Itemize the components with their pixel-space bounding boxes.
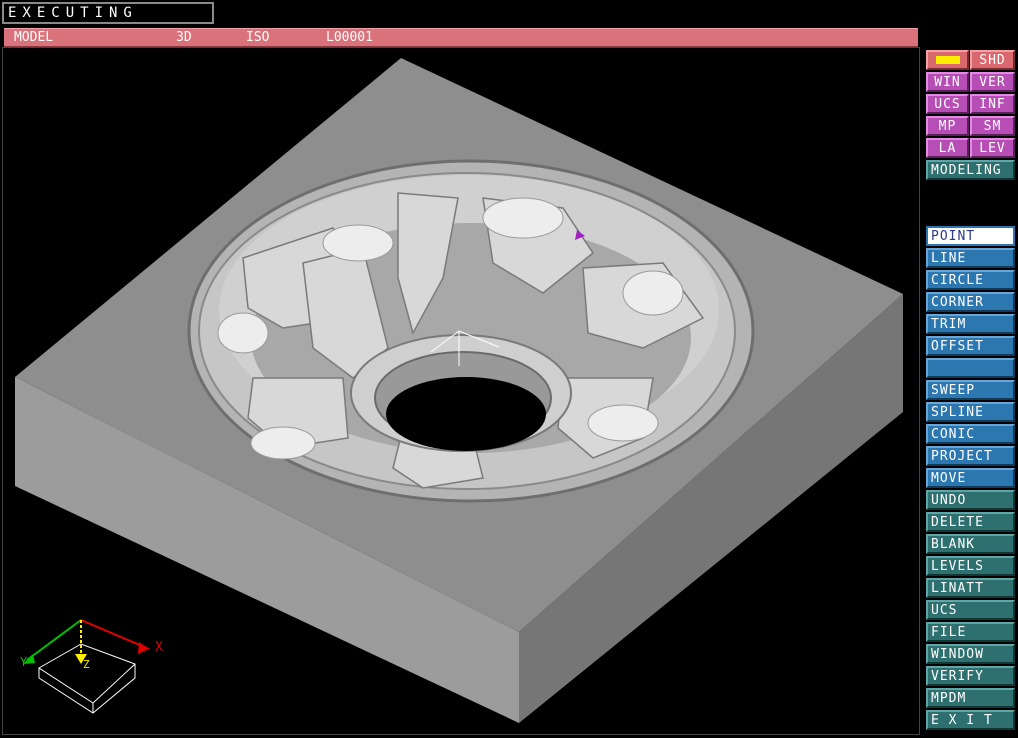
menu-corner[interactable]: CORNER (926, 292, 1015, 312)
status-text: EXECUTING (8, 5, 138, 21)
menu-blank-slot[interactable] (926, 358, 1015, 378)
menu-spline[interactable]: SPLINE (926, 402, 1015, 422)
graphics-viewport[interactable]: X Y Z (2, 47, 920, 735)
level-label: L00001 (326, 30, 373, 45)
menu-line[interactable]: LINE (926, 248, 1015, 268)
menu-point[interactable]: POINT (926, 226, 1015, 246)
menu-sweep[interactable]: SWEEP (926, 380, 1015, 400)
la-button[interactable]: LA (926, 138, 969, 158)
view-label: ISO (246, 30, 270, 45)
menu-file[interactable]: FILE (926, 622, 1015, 642)
menu-offset[interactable]: OFFSET (926, 336, 1015, 356)
menu-linatt[interactable]: LINATT (926, 578, 1015, 598)
color-swatch (935, 56, 960, 64)
viewport-title-bar: MODEL 3D ISO L00001 (4, 28, 918, 47)
menu-verify[interactable]: VERIFY (926, 666, 1015, 686)
menu-project[interactable]: PROJECT (926, 446, 1015, 466)
verify-small-button[interactable]: VER (970, 72, 1015, 92)
menu-ucs[interactable]: UCS (926, 600, 1015, 620)
menu-move[interactable]: MOVE (926, 468, 1015, 488)
color-swatch-button[interactable] (926, 50, 969, 70)
menu-trim[interactable]: TRIM (926, 314, 1015, 334)
pocket-feature (187, 159, 755, 503)
status-indicator: EXECUTING (2, 2, 214, 24)
mode-label: MODEL (14, 30, 54, 45)
menu-delete[interactable]: DELETE (926, 512, 1015, 532)
level-button[interactable]: LEV (970, 138, 1015, 158)
menu-circle[interactable]: CIRCLE (926, 270, 1015, 290)
z-axis-label: Z (83, 658, 90, 671)
window-button[interactable]: WIN (926, 72, 969, 92)
mp-button[interactable]: MP (926, 116, 969, 136)
sm-button[interactable]: SM (970, 116, 1015, 136)
menu-levels[interactable]: LEVELS (926, 556, 1015, 576)
x-axis-label: X (155, 640, 163, 655)
y-axis-label: Y (20, 655, 28, 669)
dimension-label: 3D (176, 30, 192, 45)
menu-undo[interactable]: UNDO (926, 490, 1015, 510)
menu-exit[interactable]: E X I T (926, 710, 1015, 730)
ucs-small-button[interactable]: UCS (926, 94, 969, 114)
modeling-button[interactable]: MODELING (926, 160, 1015, 180)
shade-button[interactable]: SHD (970, 50, 1015, 70)
menu-window[interactable]: WINDOW (926, 644, 1015, 664)
menu-conic[interactable]: CONIC (926, 424, 1015, 444)
model-render (15, 58, 903, 723)
menu-mpdm[interactable]: MPDM (926, 688, 1015, 708)
command-panel: SHD WIN VER UCS INF MP SM LA LEV MODELIN… (922, 0, 1018, 736)
info-button[interactable]: INF (970, 94, 1015, 114)
menu-blank[interactable]: BLANK (926, 534, 1015, 554)
